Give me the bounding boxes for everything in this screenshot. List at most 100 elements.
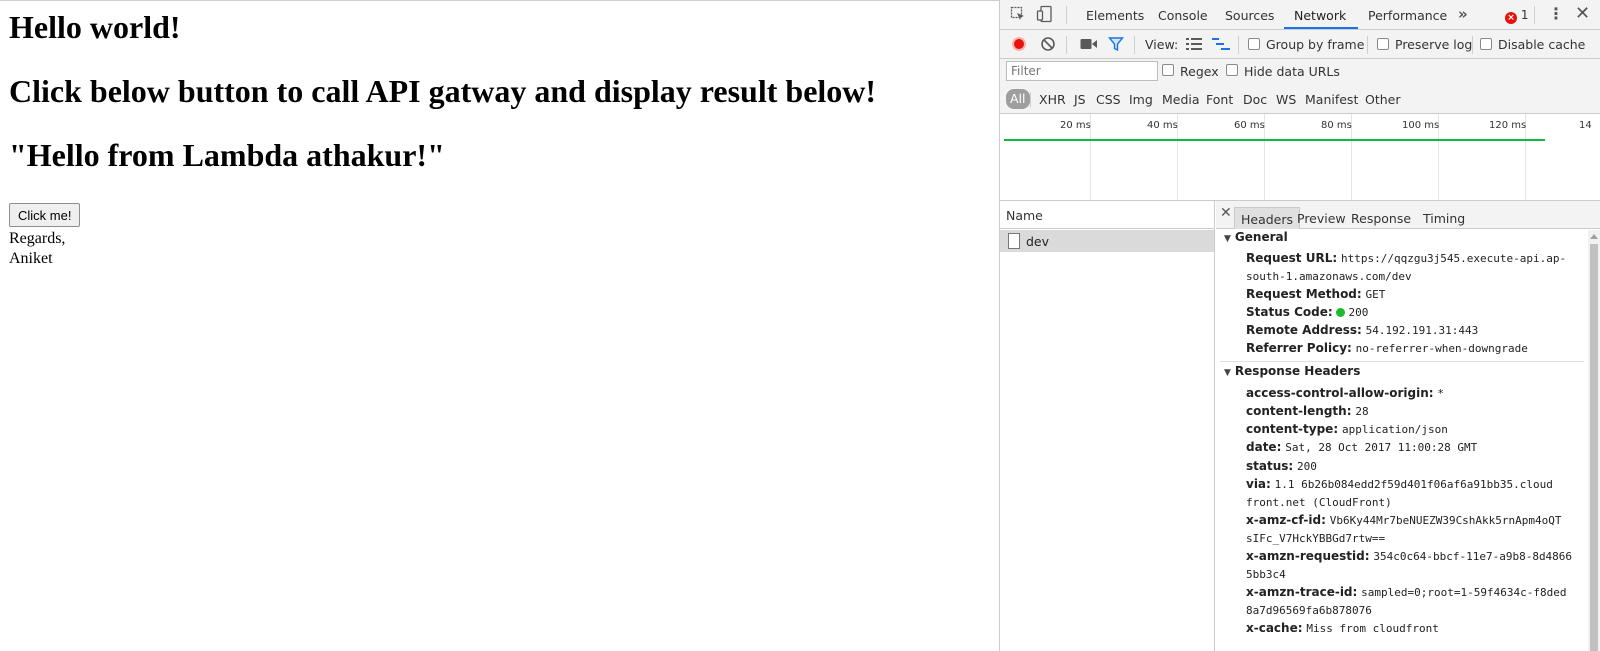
header-row: Request Method: GET: [1246, 285, 1584, 304]
toolbar-separator: [1472, 36, 1473, 54]
type-js[interactable]: JS: [1074, 92, 1086, 107]
regex-label: Regex: [1180, 64, 1219, 79]
type-all[interactable]: All: [1006, 89, 1030, 109]
details-tabbar: ✕ Headers Preview Response Timing: [1216, 201, 1600, 229]
header-value: Vb6Ky44Mr7beNUEZW39CshAkk5rnApm4oQT: [1329, 514, 1562, 527]
record-icon[interactable]: [1012, 37, 1026, 51]
hide-data-urls-checkbox[interactable]: [1226, 64, 1238, 76]
preserve-log-checkbox[interactable]: [1377, 38, 1389, 50]
header-value: 354c0c64-bbcf-11e7-a9b8-8d4866: [1373, 550, 1573, 563]
filter-icon[interactable]: [1108, 36, 1124, 55]
capture-screenshots-icon[interactable]: [1080, 38, 1098, 53]
kebab-menu-icon[interactable]: ⋮: [1548, 4, 1564, 23]
header-key: x-amzn-trace-id:: [1246, 585, 1358, 599]
type-manifest[interactable]: Manifest: [1305, 92, 1358, 107]
header-key: x-amz-cf-id:: [1246, 513, 1326, 527]
tick-label: 60 ms: [1234, 120, 1265, 131]
inspect-element-icon[interactable]: [1010, 6, 1026, 25]
device-toolbar-icon[interactable]: [1036, 5, 1054, 26]
group-by-frame-label: Group by frame: [1266, 37, 1365, 52]
request-row[interactable]: dev: [1000, 230, 1214, 252]
header-row: x-amzn-trace-id: sampled=0;root=1-59f463…: [1246, 583, 1584, 602]
details-scrollbar[interactable]: [1588, 230, 1600, 651]
error-indicator[interactable]: × 1: [1505, 8, 1528, 24]
header-key: Referrer Policy:: [1246, 341, 1352, 355]
type-other[interactable]: Other: [1365, 92, 1401, 107]
close-details-icon[interactable]: ✕: [1220, 205, 1232, 221]
view-label: View:: [1145, 37, 1179, 52]
header-row: status: 200: [1246, 457, 1584, 476]
header-value: 200: [1348, 306, 1369, 319]
header-value: 28: [1355, 405, 1369, 418]
clear-icon[interactable]: [1040, 36, 1056, 55]
tick-label: 40 ms: [1147, 120, 1178, 131]
name-column-header[interactable]: Name: [1000, 201, 1214, 229]
active-tab-indicator: [1284, 27, 1358, 29]
tab-preview[interactable]: Preview: [1291, 207, 1352, 229]
tab-sources[interactable]: Sources: [1225, 8, 1274, 23]
regex-checkbox[interactable]: [1162, 64, 1174, 76]
tab-timing[interactable]: Timing: [1417, 207, 1471, 229]
header-value: 54.192.191.31:443: [1365, 324, 1479, 337]
type-css[interactable]: CSS: [1096, 92, 1121, 107]
header-row: date: Sat, 28 Oct 2017 11:00:28 GMT: [1246, 438, 1584, 457]
tab-performance[interactable]: Performance: [1368, 8, 1447, 23]
header-row: content-type: application/json: [1246, 420, 1584, 439]
general-section-header[interactable]: ▼ General: [1224, 230, 1288, 244]
network-overview-timeline[interactable]: 20 ms 40 ms 60 ms 80 ms 100 ms 120 ms 14: [1000, 114, 1600, 201]
resource-type-filter: All XHR JS CSS Img Media Font Doc WS Man…: [1000, 87, 1600, 114]
header-row: x-amz-cf-id: Vb6Ky44Mr7beNUEZW39CshAkk5r…: [1246, 511, 1584, 530]
header-value: Miss from cloudfront: [1306, 622, 1439, 635]
header-key: date:: [1246, 440, 1282, 454]
disable-cache-checkbox[interactable]: [1480, 38, 1492, 50]
tab-network[interactable]: Network: [1294, 8, 1346, 23]
web-page: Hello world! Click below button to call …: [0, 0, 1000, 651]
header-value: https://qqzgu3j545.execute-api.ap-: [1340, 252, 1567, 265]
scroll-up-arrow-icon[interactable]: [1590, 234, 1598, 239]
tab-response[interactable]: Response: [1345, 207, 1417, 229]
group-by-frame-checkbox[interactable]: [1248, 38, 1260, 50]
header-value: GET: [1365, 288, 1386, 301]
type-doc[interactable]: Doc: [1243, 92, 1267, 107]
header-value: 8a7d96569fa6b878076: [1246, 604, 1372, 617]
api-result-heading: "Hello from Lambda athakur!": [9, 137, 445, 173]
header-row: x-cache: Miss from cloudfront: [1246, 619, 1584, 638]
name-column-label: Name: [1006, 208, 1043, 223]
header-value: sIFc_V7HckYBBGd7rtw==: [1246, 532, 1386, 545]
click-me-button[interactable]: Click me!: [9, 203, 81, 227]
waterfall-overview-icon[interactable]: [1212, 37, 1230, 54]
type-xhr[interactable]: XHR: [1039, 92, 1066, 107]
hide-data-urls-label: Hide data URLs: [1244, 64, 1340, 79]
tab-console[interactable]: Console: [1158, 8, 1208, 23]
header-key: Request URL:: [1246, 251, 1338, 265]
filter-input[interactable]: [1006, 61, 1158, 81]
type-ws[interactable]: WS: [1276, 92, 1296, 107]
type-font[interactable]: Font: [1206, 92, 1233, 107]
error-icon: ×: [1505, 12, 1517, 24]
close-devtools-icon[interactable]: ✕: [1575, 3, 1590, 24]
disable-cache-label: Disable cache: [1498, 37, 1586, 52]
request-details: ✕ Headers Preview Response Timing ▼ Gener…: [1216, 201, 1600, 651]
header-row-continued: front.net (CloudFront): [1246, 493, 1584, 512]
toolbar-separator: [1134, 36, 1135, 54]
tab-elements[interactable]: Elements: [1086, 8, 1144, 23]
header-row-continued: 5bb3c4: [1246, 565, 1584, 584]
header-value: sampled=0;root=1-59f4634c-f8ded: [1361, 586, 1567, 599]
toolbar-separator: [1066, 36, 1067, 54]
header-key: via:: [1246, 477, 1271, 491]
request-name: dev: [1026, 234, 1050, 249]
header-key: x-amzn-requestid:: [1246, 549, 1370, 563]
general-title: General: [1234, 230, 1288, 244]
scrollbar-thumb[interactable]: [1590, 244, 1598, 651]
header-row: x-amzn-requestid: 354c0c64-bbcf-11e7-a9b…: [1246, 547, 1584, 566]
response-headers-section-header[interactable]: ▼ Response Headers: [1224, 364, 1360, 378]
header-key: status:: [1246, 459, 1294, 473]
more-tabs-chevron-icon[interactable]: »: [1458, 5, 1468, 23]
large-rows-icon[interactable]: [1186, 37, 1202, 54]
network-toolbar: View: Group by frame Preserve log Disabl…: [1000, 30, 1600, 59]
type-media[interactable]: Media: [1162, 92, 1200, 107]
preserve-log-label: Preserve log: [1395, 37, 1473, 52]
header-row: Status Code: 200: [1246, 303, 1584, 322]
type-img[interactable]: Img: [1129, 92, 1153, 107]
header-row-continued: 8a7d96569fa6b878076: [1246, 601, 1584, 620]
